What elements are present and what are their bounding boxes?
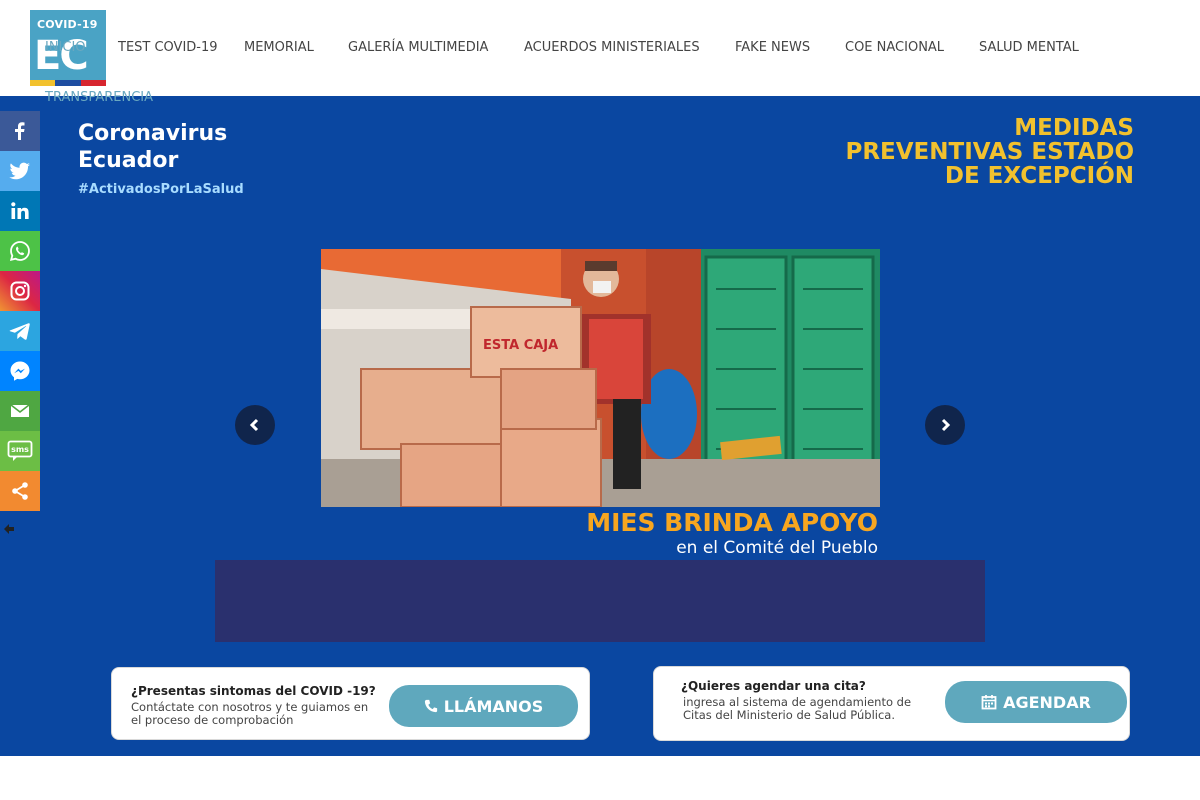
carousel-prev-button[interactable]: [235, 405, 275, 445]
share-facebook-button[interactable]: [0, 111, 40, 151]
chevron-left-icon: [249, 418, 259, 432]
social-share-bar: sms: [0, 111, 40, 511]
schedule-label: AGENDAR: [1003, 692, 1091, 712]
schedule-button[interactable]: AGENDAR: [945, 681, 1127, 723]
email-icon: [10, 404, 30, 417]
card2-title: ¿Quieres agendar una cita?: [681, 679, 866, 693]
calendar-icon: [981, 695, 997, 710]
measures-line-3: DE EXCEPCIÓN: [944, 163, 1134, 189]
hide-arrow-icon: [4, 524, 14, 534]
card2-text: ingresa al sistema de agendamiento de Ci…: [683, 695, 912, 722]
logo-ec-text: EC: [34, 33, 89, 79]
brand-line-ecuador: Ecuador: [78, 148, 179, 173]
site-header: COVID-19 EC INICIO TEST COVID-19 MEMORIA…: [0, 0, 1200, 96]
slide-caption: MIES BRINDA APOYO en el Comité del Puebl…: [321, 508, 878, 558]
slide-title: MIES BRINDA APOYO: [586, 508, 878, 537]
nav-memorial[interactable]: MEMORIAL: [244, 40, 314, 55]
chevron-right-icon: [941, 418, 951, 432]
instagram-icon: [10, 281, 30, 301]
nav-fake-news[interactable]: FAKE NEWS: [735, 40, 810, 55]
nav-salud-mental[interactable]: SALUD MENTAL: [979, 40, 1079, 55]
nav-test-covid[interactable]: TEST COVID-19: [118, 40, 218, 55]
sms-icon: sms: [7, 440, 33, 461]
messenger-icon: [10, 361, 30, 381]
call-us-label: LLÁMANOS: [443, 696, 544, 716]
hide-share-bar-toggle[interactable]: [2, 522, 16, 536]
slide-background-panel: [215, 560, 985, 642]
share-messenger-button[interactable]: [0, 351, 40, 391]
page-below-fold: [0, 756, 1200, 800]
share-twitter-button[interactable]: [0, 151, 40, 191]
logo-covid-text: COVID-19: [37, 18, 98, 31]
share-linkedin-button[interactable]: [0, 191, 40, 231]
share-sms-button[interactable]: sms: [0, 431, 40, 471]
nav-transparencia[interactable]: TRANSPARENCIA: [45, 90, 153, 105]
twitter-icon: [9, 162, 31, 180]
coronavirus-ecuador-brand: Coronavirus Ecuador #ActivadosPorLaSalud: [78, 120, 244, 197]
svg-text:sms: sms: [11, 445, 29, 454]
nav-galeria-multimedia[interactable]: GALERÍA MULTIMEDIA: [348, 40, 488, 55]
measures-line-2: PREVENTIVAS ESTADO: [845, 139, 1134, 165]
whatsapp-icon: [9, 241, 30, 262]
linkedin-icon: [11, 202, 29, 219]
facebook-icon: [15, 122, 25, 140]
photo-illustration: ESTA CAJA: [321, 249, 880, 507]
telegram-icon: [9, 323, 30, 340]
brand-hashtag: #ActivadosPorLaSalud: [78, 182, 244, 197]
phone-icon: [424, 699, 437, 713]
covid-symptoms-card: ¿Presentas sintomas del COVID -19? Contá…: [111, 667, 590, 740]
medidas-preventivas-heading[interactable]: MEDIDAS PREVENTIVAS ESTADO DE EXCEPCIÓN: [774, 116, 1134, 188]
share-more-button[interactable]: [0, 471, 40, 511]
box-label-text: ESTA CAJA: [483, 338, 558, 353]
hero-section: Coronavirus Ecuador #ActivadosPorLaSalud…: [0, 96, 1200, 756]
logo-flag-stripes: [30, 80, 106, 86]
nav-inicio[interactable]: INICIO: [45, 40, 86, 55]
nav-coe-nacional[interactable]: COE NACIONAL: [845, 40, 944, 55]
slide-subtitle: en el Comité del Pueblo: [676, 538, 878, 558]
share-email-button[interactable]: [0, 391, 40, 431]
card1-text: Contáctate con nosotros y te guiamos en …: [131, 700, 369, 727]
share-whatsapp-button[interactable]: [0, 231, 40, 271]
slide-photo[interactable]: ESTA CAJA: [321, 249, 880, 507]
nav-acuerdos-ministeriales[interactable]: ACUERDOS MINISTERIALES: [524, 40, 700, 55]
measures-line-1: MEDIDAS: [1014, 115, 1134, 141]
call-us-button[interactable]: LLÁMANOS: [389, 685, 578, 727]
schedule-appointment-card: ¿Quieres agendar una cita? ingresa al si…: [653, 666, 1130, 741]
share-instagram-button[interactable]: [0, 271, 40, 311]
card1-title: ¿Presentas sintomas del COVID -19?: [131, 684, 376, 698]
share-icon: [12, 482, 28, 500]
share-telegram-button[interactable]: [0, 311, 40, 351]
carousel-next-button[interactable]: [925, 405, 965, 445]
brand-line-coronavirus: Coronavirus: [78, 121, 228, 146]
